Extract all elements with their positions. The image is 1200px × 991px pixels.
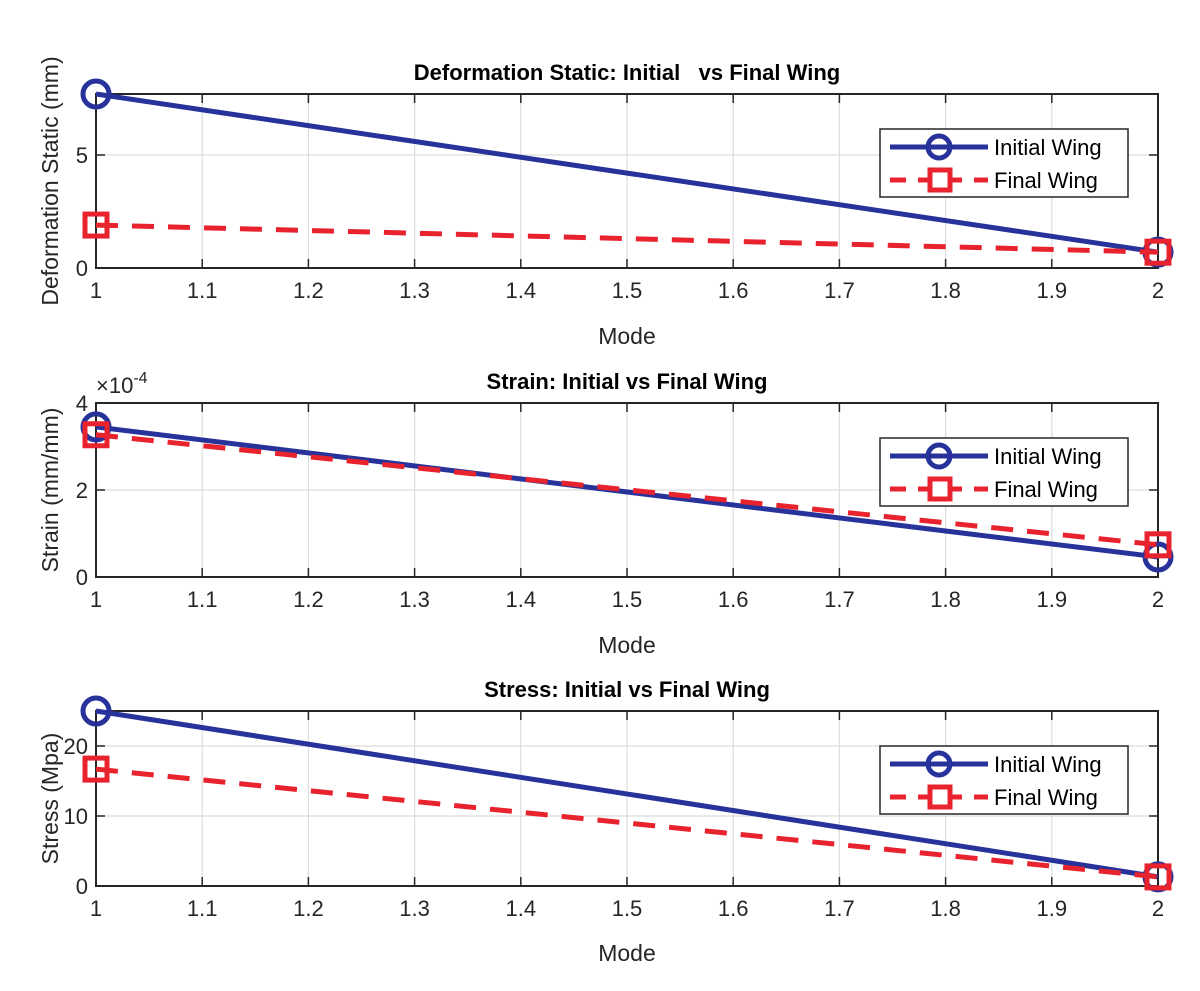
x-tick-label: 1.6 bbox=[718, 896, 749, 921]
figure: 1 1.1 1.2 1.3 1.4 1.5 1.6 1.7 1.8 1.9 205Deformati… bbox=[37, 56, 1174, 966]
legend-marker-square-icon bbox=[927, 167, 953, 193]
y-tick-label: 5 bbox=[76, 143, 88, 168]
exponent-power: -4 bbox=[133, 370, 147, 387]
y-tick-label: 0 bbox=[76, 256, 88, 281]
y-axis-label: Stress (Mpa) bbox=[37, 733, 63, 865]
x-tick-label: 1.8 bbox=[930, 896, 961, 921]
x-tick-label: 1.7 bbox=[824, 587, 855, 612]
y-tick-label: 0 bbox=[76, 565, 88, 590]
y-tick-label: 10 bbox=[64, 804, 88, 829]
legend-marker-square-icon bbox=[927, 784, 953, 810]
x-axis-label: Mode bbox=[598, 940, 656, 966]
x-tick-label: 1 bbox=[90, 896, 102, 921]
legend-label: Initial Wing bbox=[994, 135, 1102, 160]
x-tick-label: 1.1 bbox=[187, 587, 218, 612]
chart-title: Deformation Static: Initial vs Final Win… bbox=[414, 60, 840, 85]
x-tick-label: 1 bbox=[90, 587, 102, 612]
x-tick-label: 1.5 bbox=[612, 278, 643, 303]
subplot-1: 1 1.1 1.2 1.3 1.4 1.5 1.6 1.7 1.8 1.9 2 0 5 Deformati… bbox=[37, 56, 1174, 349]
x-tick-label: 1.1 bbox=[187, 278, 218, 303]
x-tick-label: 1.3 bbox=[399, 587, 430, 612]
y-tick-label: 20 bbox=[64, 734, 88, 759]
x-tick-label: 1.2 bbox=[293, 587, 324, 612]
x-tick-label: 1.1 bbox=[187, 896, 218, 921]
x-tick-label: 1.9 bbox=[1037, 896, 1068, 921]
x-tick-label: 2 bbox=[1152, 278, 1164, 303]
legend-label: Final Wing bbox=[994, 168, 1098, 193]
x-tick-label: 1.9 bbox=[1037, 587, 1068, 612]
legend-marker-square-icon bbox=[927, 476, 953, 502]
x-tick-label: 1.3 bbox=[399, 896, 430, 921]
x-tick-label: 1.6 bbox=[718, 278, 749, 303]
x-tick-label: 1.2 bbox=[293, 278, 324, 303]
y-axis-label: Deformation Static (mm) bbox=[37, 56, 63, 305]
legend: Initial Wing Final Wing bbox=[879, 128, 1129, 198]
legend: Initial Wing Final Wing bbox=[879, 745, 1129, 815]
x-tick-label: 1.7 bbox=[824, 896, 855, 921]
x-tick-label: 2 bbox=[1152, 896, 1164, 921]
x-tick-label: 1.6 bbox=[718, 587, 749, 612]
x-tick-label: 1.4 bbox=[506, 587, 537, 612]
x-tick-label: 1.9 bbox=[1037, 278, 1068, 303]
legend-label: Initial Wing bbox=[994, 444, 1102, 469]
x-tick-label: 1.8 bbox=[930, 587, 961, 612]
y-tick-label: 2 bbox=[76, 478, 88, 503]
legend-label: Final Wing bbox=[994, 477, 1098, 502]
x-tick-label: 2 bbox=[1152, 587, 1164, 612]
x-tick-label: 1.8 bbox=[930, 278, 961, 303]
x-tick-label: 1.2 bbox=[293, 896, 324, 921]
exponent-base: ×10 bbox=[96, 373, 133, 398]
x-tick-label: 1.5 bbox=[612, 896, 643, 921]
x-tick-label: 1.3 bbox=[399, 278, 430, 303]
y-tick-label: 0 bbox=[76, 874, 88, 899]
legend-label: Initial Wing bbox=[994, 752, 1102, 777]
x-tick-label: 1.4 bbox=[506, 278, 537, 303]
legend: Initial Wing Final Wing bbox=[879, 437, 1129, 507]
chart-title: Stress: Initial vs Final Wing bbox=[484, 677, 770, 702]
x-axis-label: Mode bbox=[598, 632, 656, 658]
x-tick-label: 1.4 bbox=[506, 896, 537, 921]
x-tick-label: 1.7 bbox=[824, 278, 855, 303]
y-axis-label: Strain (mm/mm) bbox=[37, 408, 63, 573]
chart-title: Strain: Initial vs Final Wing bbox=[487, 369, 768, 394]
x-tick-label: 1 bbox=[90, 278, 102, 303]
legend-label: Final Wing bbox=[994, 785, 1098, 810]
subplot-3: 1 1.1 1.2 1.3 1.4 1.5 1.6 1.7 1.8 1.9 201020Stress… bbox=[37, 677, 1174, 966]
y-exponent-label: ×10-4 bbox=[96, 370, 148, 398]
x-tick-label: 1.5 bbox=[612, 587, 643, 612]
subplot-2: 1 1.1 1.2 1.3 1.4 1.5 1.6 1.7 1.8 1.9 2 0 2 4 ×10-4 Str… bbox=[37, 369, 1174, 658]
y-tick-label: 4 bbox=[76, 391, 88, 416]
x-axis-label: Mode bbox=[598, 323, 656, 349]
